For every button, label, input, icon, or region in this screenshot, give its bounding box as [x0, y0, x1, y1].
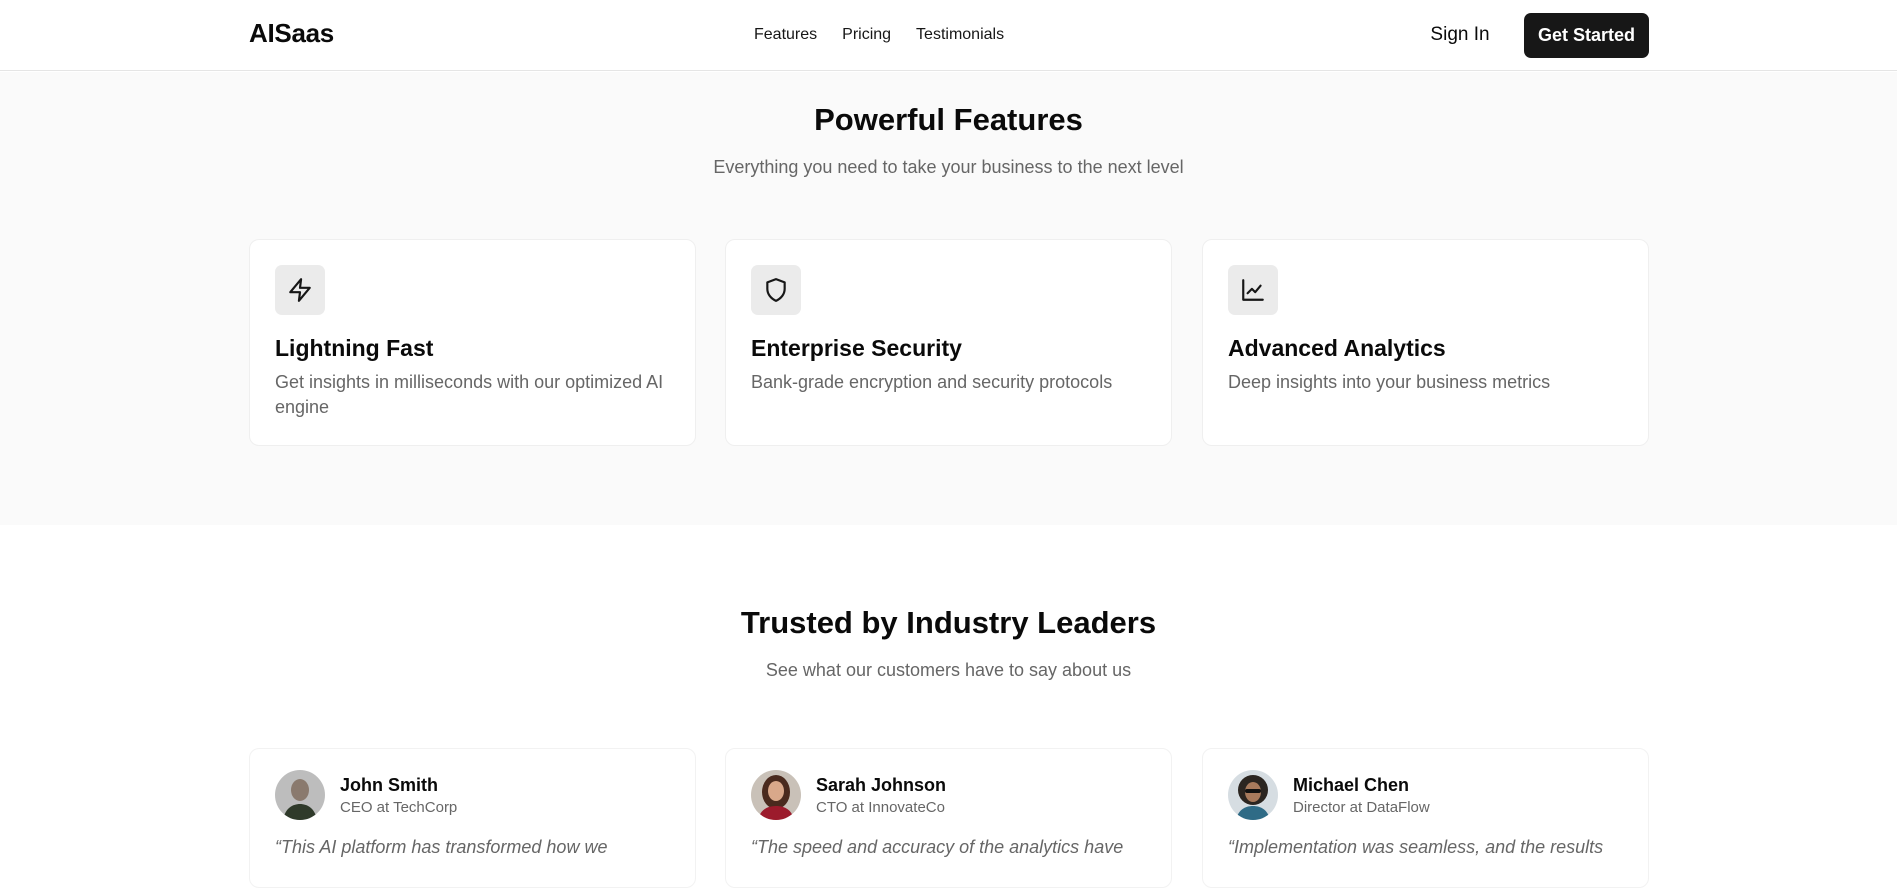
shield-icon [751, 265, 801, 315]
feature-title: Advanced Analytics [1228, 335, 1446, 361]
nav-testimonials[interactable]: Testimonials [916, 26, 1004, 44]
testimonial-name: Sarah Johnson [816, 775, 947, 795]
feature-description: Deep insights into your business metrics [1228, 372, 1551, 392]
lightning-icon [275, 265, 325, 315]
testimonial-name: John Smith [340, 775, 438, 795]
feature-card-security: Enterprise Security Bank-grade encryptio… [725, 239, 1172, 446]
chart-icon [1228, 265, 1278, 315]
nav-features[interactable]: Features [754, 26, 817, 44]
testimonial-quote: “The speed and accuracy of the analytics… [751, 837, 1124, 857]
nav-pricing[interactable]: Pricing [842, 26, 891, 44]
testimonial-card: John Smith CEO at TechCorp “This AI plat… [249, 748, 696, 888]
feature-card-analytics: Advanced Analytics Deep insights into yo… [1202, 239, 1649, 446]
avatar [751, 770, 801, 820]
features-subtitle: Everything you need to take your busines… [713, 157, 1184, 177]
testimonial-name: Michael Chen [1293, 775, 1410, 795]
testimonial-quote: “Implementation was seamless, and the re… [1228, 837, 1604, 857]
get-started-button[interactable]: Get Started [1524, 13, 1649, 58]
site-header: AISaas Features Pricing Testimonials Sig… [0, 0, 1897, 71]
sign-in-button[interactable]: Sign In [1420, 13, 1500, 57]
feature-description: Bank-grade encryption and security proto… [751, 372, 1113, 392]
testimonial-role: CTO at InnovateCo [816, 799, 945, 816]
testimonial-card: Michael Chen Director at DataFlow “Imple… [1202, 748, 1649, 888]
logo[interactable]: AISaas [249, 18, 334, 49]
testimonial-quote: “This AI platform has transformed how we [275, 837, 608, 857]
testimonial-role: CEO at TechCorp [340, 799, 458, 816]
avatar [275, 770, 325, 820]
testimonials-title: Trusted by Industry Leaders [740, 605, 1157, 640]
testimonial-card: Sarah Johnson CTO at InnovateCo “The spe… [725, 748, 1172, 888]
avatar [1228, 770, 1278, 820]
feature-card-lightning: Lightning Fast Get insights in milliseco… [249, 239, 696, 446]
feature-title: Lightning Fast [275, 335, 434, 361]
feature-description: Get insights in milliseconds with our op… [275, 372, 664, 417]
testimonials-subtitle: See what our customers have to say about… [765, 660, 1132, 680]
features-section: Powerful Features Everything you need to… [0, 72, 1897, 525]
main-nav: Features Pricing Testimonials [754, 26, 1004, 44]
feature-title: Enterprise Security [751, 335, 962, 361]
features-title: Powerful Features [814, 102, 1083, 137]
testimonial-role: Director at DataFlow [1293, 799, 1430, 816]
